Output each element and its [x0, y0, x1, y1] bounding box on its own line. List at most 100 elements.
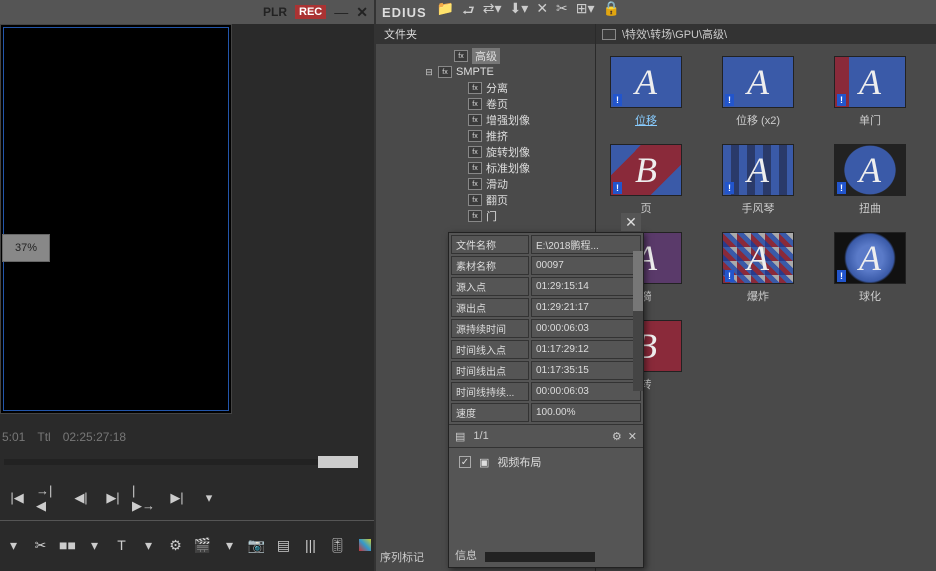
transport-btn-0[interactable]: |◀ [4, 487, 30, 509]
tree-label: 翻页 [486, 192, 508, 208]
tb-delete-icon[interactable]: ✕ [536, 0, 548, 24]
thumb-item-3[interactable]: B!页 [604, 144, 688, 216]
settings-icon[interactable]: ⚙ [612, 430, 622, 443]
folder-icon: fx [468, 162, 482, 174]
thumb-item-2[interactable]: A!单门 [828, 56, 912, 128]
color-swatch[interactable] [355, 535, 374, 555]
tb-lock-icon[interactable]: 🔒 [603, 0, 620, 24]
tb-cut-icon[interactable]: ✂ [556, 0, 568, 24]
tool-6[interactable]: ⚙ [166, 535, 185, 555]
folder-icon: fx [468, 114, 482, 126]
bin-toolbar: 📁 ⮐ ⇄▾ ⬇▾ ✕ ✂ ⊞▾ 🔒 [437, 0, 620, 24]
tree-item-8[interactable]: fx滑动 [378, 176, 593, 192]
thumb-mark-icon: ! [837, 270, 846, 282]
tool-10[interactable]: ▤ [274, 535, 293, 555]
layout-checkbox[interactable]: ✓ [459, 456, 471, 468]
transport-btn-2[interactable]: ◀| [68, 487, 94, 509]
thumb-item-4[interactable]: A!手风琴 [716, 144, 800, 216]
tool-11[interactable]: ||| [301, 535, 320, 555]
transport-row: |◀ →|◀ ◀| ▶| |▶→ ▶| ▾ [0, 480, 374, 516]
tool-5[interactable]: ▾ [139, 535, 158, 555]
info-key: 文件名称 [451, 235, 529, 254]
tb-swap-icon[interactable]: ⇄▾ [483, 0, 502, 24]
page-indicator: 1/1 [473, 430, 488, 442]
transport-dropdown[interactable]: ▾ [196, 487, 222, 509]
tc-left: 5:01 [2, 430, 25, 444]
tree-item-1[interactable]: ⊟fxSMPTE [378, 64, 593, 80]
preview-titlebar: PLR REC — ✕ [0, 0, 374, 24]
tree-item-5[interactable]: fx推挤 [378, 128, 593, 144]
tool-7[interactable]: 🎬 [193, 535, 212, 555]
thumb-label: 位移 [635, 112, 657, 128]
folder-icon: fx [468, 146, 482, 158]
info-key: 速度 [451, 403, 529, 422]
thumb-preview: A! [610, 56, 682, 108]
close-icon[interactable]: ✕ [356, 4, 368, 21]
info-val: 100.00% [531, 403, 641, 422]
tool-8[interactable]: ▾ [220, 535, 239, 555]
info-scroll-thumb[interactable] [633, 251, 643, 311]
folder-icon: fx [454, 50, 468, 62]
thumb-preview: B! [610, 144, 682, 196]
tb-folder-icon[interactable]: 📁 [437, 0, 454, 24]
video-layout-row[interactable]: ✓ ▣ 视频布局 [449, 448, 643, 476]
tree-item-2[interactable]: fx分离 [378, 80, 593, 96]
tree-item-9[interactable]: fx翻页 [378, 192, 593, 208]
tree-item-3[interactable]: fx卷页 [378, 96, 593, 112]
info-scrollbar[interactable] [633, 251, 643, 391]
tool-1[interactable]: ✂ [31, 535, 50, 555]
folder-header: 文件夹 [376, 24, 595, 44]
tb-down-icon[interactable]: ⬇▾ [510, 0, 529, 24]
tree-label: 分离 [486, 80, 508, 96]
scrub-knob[interactable] [318, 456, 358, 468]
info-key: 时间线入点 [451, 340, 529, 359]
tree-item-4[interactable]: fx增强划像 [378, 112, 593, 128]
path-folder-icon[interactable] [602, 29, 616, 40]
scrub-slider[interactable] [0, 456, 374, 470]
thumb-preview: A! [722, 232, 794, 284]
info-bottom-label: 信息 [455, 547, 477, 563]
path-row: \特效\转场\GPU\高级\ [596, 24, 936, 44]
info-val: 01:29:21:17 [531, 298, 641, 317]
tree-label: SMPTE [456, 66, 494, 78]
info-row-4: 源持续时间00:00:06:03 [451, 319, 641, 338]
info-key: 源出点 [451, 298, 529, 317]
tree-item-7[interactable]: fx标准划像 [378, 160, 593, 176]
thumb-item-7[interactable]: A!爆炸 [716, 232, 800, 304]
timecode-row: 5:01 Ttl 02:25:27:18 [2, 430, 126, 444]
thumb-mark-icon: ! [725, 182, 734, 194]
tree-item-6[interactable]: fx旋转划像 [378, 144, 593, 160]
tool-3[interactable]: ▾ [85, 535, 104, 555]
tb-view-icon[interactable]: ⊞▾ [576, 0, 595, 24]
thumb-item-0[interactable]: A! 位移 [604, 56, 688, 128]
transport-btn-1[interactable]: →|◀ [36, 487, 62, 509]
close-small-icon[interactable]: ✕ [628, 430, 637, 443]
thumb-item-1[interactable]: A!位移 (x2) [716, 56, 800, 128]
tool-2[interactable]: ■■ [58, 535, 77, 555]
thumb-label: 球化 [859, 288, 881, 304]
popup-close-icon[interactable]: ✕ [621, 213, 641, 231]
tool-4[interactable]: T [112, 535, 131, 555]
info-row-6: 时间线出点01:17:35:15 [451, 361, 641, 380]
page-icon[interactable]: ▤ [455, 430, 465, 443]
info-row-8: 速度100.00% [451, 403, 641, 422]
transport-btn-5[interactable]: ▶| [164, 487, 190, 509]
tool-0[interactable]: ▾ [4, 535, 23, 555]
folder-icon: fx [468, 210, 482, 222]
tool-9[interactable]: 📷 [247, 535, 266, 555]
transport-btn-4[interactable]: |▶→ [132, 487, 158, 509]
sequence-marker-label[interactable]: 序列标记 [380, 549, 424, 565]
thumb-item-8[interactable]: A!球化 [828, 232, 912, 304]
tool-12[interactable]: 🎚 [328, 535, 347, 555]
tree-item-10[interactable]: fx门 [378, 208, 593, 224]
tb-back-icon[interactable]: ⮐ [462, 0, 475, 24]
info-key: 素材名称 [451, 256, 529, 275]
thumb-mark-icon: ! [837, 94, 846, 106]
tree-item-0[interactable]: fx 高级 [378, 48, 593, 64]
thumb-mark-icon: ! [837, 182, 846, 194]
info-val: 01:17:35:15 [531, 361, 641, 380]
thumb-item-5[interactable]: A!扭曲 [828, 144, 912, 216]
minimize-icon[interactable]: — [334, 4, 348, 20]
tree-label: 高级 [472, 48, 500, 64]
transport-btn-3[interactable]: ▶| [100, 487, 126, 509]
